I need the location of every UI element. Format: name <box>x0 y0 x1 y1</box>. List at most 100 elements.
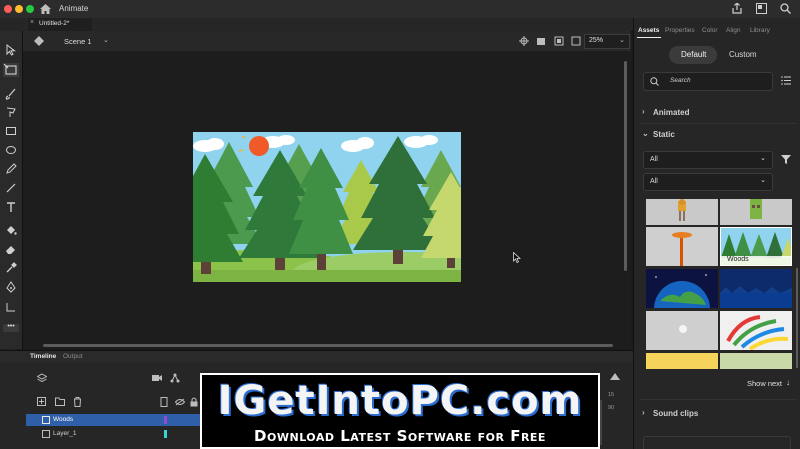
pencil-tool-icon[interactable] <box>5 163 17 175</box>
share-icon[interactable] <box>732 3 742 14</box>
tab-align[interactable]: Align <box>726 27 740 34</box>
asset-thumbnail[interactable] <box>720 311 792 350</box>
filter-value: All <box>650 178 658 185</box>
layer-name: Woods <box>53 416 74 423</box>
new-folder-icon[interactable] <box>55 397 65 406</box>
section-static[interactable]: Static <box>653 130 675 139</box>
chevron-down-icon[interactable]: ⌄ <box>642 129 649 138</box>
selection-tool-icon[interactable] <box>5 44 17 56</box>
stage-canvas[interactable] <box>193 132 461 282</box>
figure-thumbnail <box>750 199 762 219</box>
layer-row-woods[interactable]: Woods <box>26 414 200 426</box>
pen-tool-icon[interactable] <box>5 281 17 293</box>
asset-thumbnail[interactable] <box>720 269 792 308</box>
show-hide-icon[interactable] <box>175 398 185 406</box>
section-animated[interactable]: Animated <box>653 108 689 117</box>
filter-dropdown-2[interactable]: All ⌄ <box>643 173 773 191</box>
section-sound-clips[interactable]: Sound clips <box>653 409 698 418</box>
more-tools-button[interactable]: ••• <box>3 323 19 332</box>
list-view-icon[interactable] <box>781 76 791 85</box>
highlight-layers-icon[interactable] <box>160 397 168 407</box>
tab-properties[interactable]: Properties <box>665 27 695 34</box>
workspace-icon[interactable] <box>756 3 767 14</box>
earth-thumbnail <box>654 274 710 308</box>
eyedropper-tool-icon[interactable] <box>5 262 17 274</box>
tab-output[interactable]: Output <box>63 353 83 360</box>
center-stage-icon[interactable] <box>519 36 529 46</box>
fit-stage-icon[interactable] <box>571 36 581 46</box>
zoom-value: 25% <box>589 37 604 44</box>
eraser-tool-icon[interactable] <box>5 243 17 255</box>
free-transform-tool-icon[interactable] <box>3 63 19 77</box>
chevron-right-icon[interactable]: › <box>642 107 645 116</box>
panel-scrollbar[interactable] <box>796 268 798 368</box>
search-field[interactable]: Search <box>643 72 773 91</box>
oval-tool-icon[interactable] <box>5 144 17 156</box>
vertical-scrollbar[interactable] <box>624 61 627 271</box>
lasso-tool-icon[interactable] <box>5 106 17 118</box>
chevron-down-icon[interactable]: ⌄ <box>103 36 109 44</box>
search-icon <box>650 77 659 86</box>
lock-icon[interactable] <box>190 397 198 407</box>
clip-content-icon[interactable] <box>554 36 564 46</box>
custom-button[interactable]: Custom <box>729 50 757 59</box>
arrow-down-icon[interactable]: ↓ <box>786 378 790 387</box>
pole-thumbnail <box>672 232 692 266</box>
document-tab-bar: × Untitled-2* <box>0 18 633 32</box>
camera-icon[interactable] <box>152 374 162 382</box>
scene-label[interactable]: Scene 1 <box>64 37 92 46</box>
asset-thumbnail[interactable] <box>646 227 718 266</box>
night-sky-thumbnail <box>720 286 792 308</box>
new-layer-icon[interactable] <box>37 397 46 406</box>
watermark-title: IGetIntoPC.com <box>202 379 598 423</box>
horizontal-scrollbar[interactable] <box>43 344 613 347</box>
chevron-right-icon[interactable]: › <box>642 408 645 417</box>
asset-thumbnail[interactable] <box>646 353 718 369</box>
filter-icon[interactable] <box>781 155 791 164</box>
asset-thumbnail[interactable] <box>646 311 718 350</box>
divider <box>640 123 796 124</box>
tab-timeline[interactable]: Timeline <box>30 353 56 360</box>
asset-thumbnail-woods[interactable]: Woods <box>720 227 792 266</box>
asset-thumbnail[interactable] <box>646 269 718 308</box>
tab-color[interactable]: Color <box>702 27 718 34</box>
right-panel: Assets Properties Color Align Library De… <box>633 18 800 449</box>
timeline-collapse-icon[interactable] <box>610 373 620 380</box>
delete-layer-icon[interactable] <box>73 397 82 407</box>
bone-tool-icon[interactable] <box>5 301 17 313</box>
layers-icon[interactable] <box>37 373 47 383</box>
filter-value: All <box>650 156 658 163</box>
close-window-button[interactable] <box>4 5 12 13</box>
home-icon[interactable] <box>40 4 51 14</box>
zoom-field[interactable]: 25% ⌄ <box>584 34 630 49</box>
maximize-window-button[interactable] <box>26 5 34 13</box>
character-thumbnail <box>678 199 686 221</box>
tab-library[interactable]: Library <box>750 27 770 34</box>
layer-color-tag <box>164 416 167 424</box>
asset-thumbnail[interactable] <box>720 353 792 369</box>
show-next-link[interactable]: Show next <box>747 379 782 388</box>
text-tool-icon[interactable] <box>5 201 17 213</box>
layer-icon <box>42 430 50 438</box>
brush-tool-icon[interactable] <box>5 88 17 100</box>
default-button[interactable]: Default <box>669 46 717 64</box>
layer-row-layer-1[interactable]: Layer_1 <box>26 428 200 440</box>
rectangle-tool-icon[interactable] <box>5 125 17 137</box>
tab-assets[interactable]: Assets <box>638 27 659 34</box>
asset-thumbnail[interactable] <box>646 199 718 225</box>
paint-bucket-tool-icon[interactable] <box>5 224 17 236</box>
close-icon[interactable]: × <box>30 19 34 26</box>
chevron-down-icon: ⌄ <box>760 177 766 184</box>
edit-symbols-icon[interactable] <box>34 36 44 46</box>
document-tab[interactable]: × Untitled-2* <box>28 18 92 31</box>
search-help-icon[interactable] <box>780 3 791 14</box>
layer-color-tag <box>164 430 167 438</box>
line-tool-icon[interactable] <box>5 182 17 194</box>
minimize-window-button[interactable] <box>15 5 23 13</box>
tools-panel: ••• <box>0 31 23 365</box>
rotate-stage-icon[interactable] <box>536 36 546 46</box>
filter-dropdown-1[interactable]: All ⌄ <box>643 151 773 169</box>
layer-parenting-icon[interactable] <box>170 373 180 383</box>
frame-scrollbar[interactable] <box>600 400 602 445</box>
asset-thumbnail[interactable] <box>720 199 792 225</box>
